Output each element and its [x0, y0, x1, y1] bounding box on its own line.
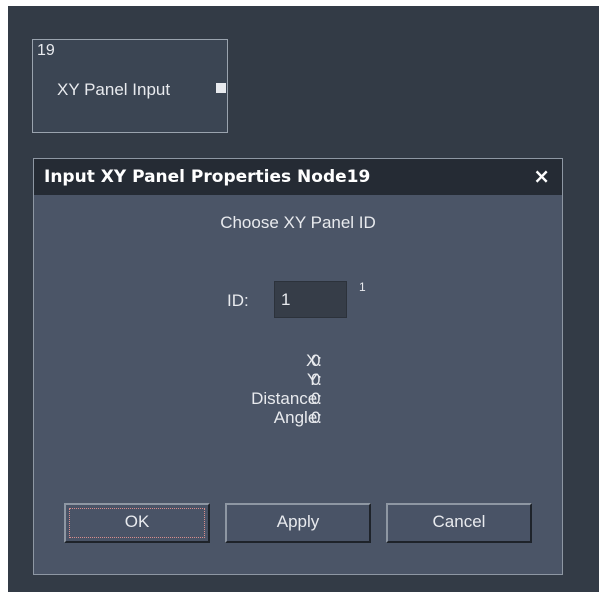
id-current-value: 1: [359, 280, 366, 294]
dialog-title: Input XY Panel Properties Node19: [44, 167, 371, 187]
ok-button[interactable]: OK: [64, 503, 210, 543]
cancel-button[interactable]: Cancel: [386, 503, 532, 543]
apply-button[interactable]: Apply: [225, 503, 371, 543]
readout-value: 0: [311, 408, 321, 427]
node-number: 19: [37, 42, 55, 59]
readout-value: 0: [311, 351, 321, 370]
readout-value: 0: [311, 389, 321, 408]
properties-dialog: Input XY Panel Properties Node19 × Choos…: [33, 158, 563, 575]
id-input[interactable]: [274, 281, 347, 318]
dialog-heading: Choose XY Panel ID: [220, 213, 376, 232]
close-icon[interactable]: ×: [533, 165, 550, 187]
apply-button-label: Apply: [276, 512, 320, 531]
dialog-titlebar[interactable]: Input XY Panel Properties Node19 ×: [34, 159, 562, 195]
output-port-icon[interactable]: [216, 83, 226, 93]
id-label: ID:: [227, 291, 249, 310]
readout-value: 0: [311, 370, 321, 389]
focus-ring: [69, 508, 205, 538]
node-canvas: 19 XY Panel Input Input XY Panel Propert…: [8, 6, 599, 592]
cancel-button-label: Cancel: [432, 512, 486, 531]
node-label: XY Panel Input: [57, 80, 171, 99]
xy-panel-input-node[interactable]: 19 XY Panel Input: [32, 39, 228, 133]
